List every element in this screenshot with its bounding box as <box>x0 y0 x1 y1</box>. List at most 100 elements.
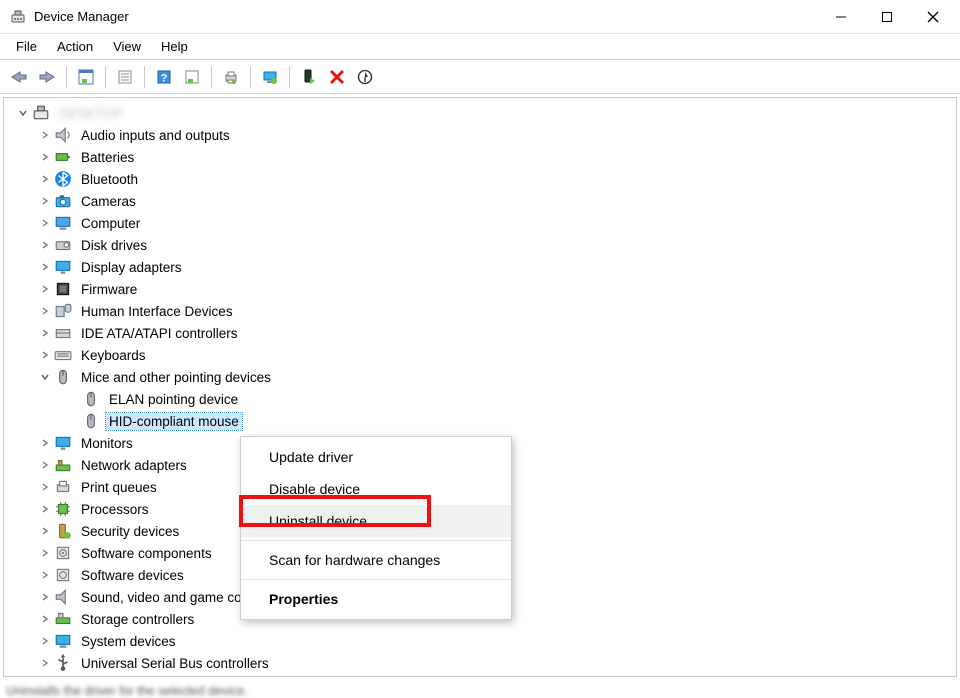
toolbar-help-button[interactable]: ? <box>151 64 177 90</box>
monitor-icon <box>54 434 72 452</box>
expand-icon[interactable] <box>38 656 52 670</box>
context-uninstall-device[interactable]: Uninstall device <box>241 505 511 537</box>
tree-category[interactable]: Display adapters <box>4 256 956 278</box>
ide-icon <box>54 324 72 342</box>
expand-icon[interactable] <box>38 304 52 318</box>
tree-category[interactable]: Keyboards <box>4 344 956 366</box>
tree-label: Cameras <box>78 193 139 210</box>
expand-icon[interactable] <box>38 436 52 450</box>
expand-icon[interactable] <box>38 128 52 142</box>
expand-icon[interactable] <box>38 590 52 604</box>
audio-icon <box>54 126 72 144</box>
expand-icon[interactable] <box>38 634 52 648</box>
expand-icon[interactable] <box>38 524 52 538</box>
network-icon <box>54 456 72 474</box>
expand-icon[interactable] <box>38 458 52 472</box>
context-properties[interactable]: Properties <box>241 583 511 615</box>
tree-label: ELAN pointing device <box>106 391 241 408</box>
context-scan-hardware[interactable]: Scan for hardware changes <box>241 544 511 576</box>
tree-label: Print queues <box>78 479 160 496</box>
battery-icon <box>54 148 72 166</box>
expand-icon[interactable] <box>38 502 52 516</box>
mouse-icon <box>82 412 100 430</box>
hid-icon <box>54 302 72 320</box>
tree-device[interactable]: ELAN pointing device <box>4 388 956 410</box>
title-bar: Device Manager <box>0 0 960 34</box>
tree-category[interactable]: Cameras <box>4 190 956 212</box>
tree-label: Network adapters <box>78 457 190 474</box>
usb-icon <box>54 654 72 672</box>
menu-action[interactable]: Action <box>47 34 103 59</box>
tree-label: IDE ATA/ATAPI controllers <box>78 325 241 342</box>
tree-label: HID-compliant mouse <box>106 413 242 430</box>
tree-device-selected[interactable]: HID-compliant mouse <box>4 410 956 432</box>
minimize-button[interactable] <box>818 0 864 34</box>
firmware-icon <box>54 280 72 298</box>
expand-icon[interactable] <box>38 282 52 296</box>
mouse-icon <box>54 368 72 386</box>
keyboard-icon <box>54 346 72 364</box>
toolbar-forward-button[interactable] <box>34 64 60 90</box>
expand-icon[interactable] <box>38 150 52 164</box>
context-separator <box>241 540 511 541</box>
tree-category[interactable]: System devices <box>4 630 956 652</box>
tree-label: Bluetooth <box>78 171 141 188</box>
menu-help[interactable]: Help <box>151 34 198 59</box>
collapse-icon[interactable] <box>16 106 30 120</box>
expand-icon[interactable] <box>38 194 52 208</box>
expand-icon[interactable] <box>38 172 52 186</box>
tree-category[interactable]: Disk drives <box>4 234 956 256</box>
processor-icon <box>54 500 72 518</box>
toolbar-properties-button[interactable] <box>112 64 138 90</box>
security-icon <box>54 522 72 540</box>
expand-icon[interactable] <box>38 568 52 582</box>
expand-icon[interactable] <box>38 326 52 340</box>
svg-text:?: ? <box>161 72 168 84</box>
menu-file[interactable]: File <box>6 34 47 59</box>
tree-label: Audio inputs and outputs <box>78 127 233 144</box>
toolbar-uninstall-device-button[interactable] <box>324 64 350 90</box>
expand-icon[interactable] <box>38 216 52 230</box>
toolbar-action-button[interactable] <box>179 64 205 90</box>
tree-label: Processors <box>78 501 152 518</box>
printer-icon <box>54 478 72 496</box>
tree-category[interactable]: Human Interface Devices <box>4 300 956 322</box>
toolbar-back-button[interactable] <box>6 64 32 90</box>
collapse-icon[interactable] <box>38 370 52 384</box>
toolbar-update-driver-button[interactable] <box>257 64 283 90</box>
toolbar-print-button[interactable] <box>218 64 244 90</box>
expand-icon[interactable] <box>38 480 52 494</box>
context-update-driver[interactable]: Update driver <box>241 441 511 473</box>
toolbar-separator <box>105 66 106 88</box>
tree-category-mice[interactable]: Mice and other pointing devices <box>4 366 956 388</box>
toolbar-separator <box>250 66 251 88</box>
context-menu: Update driver Disable device Uninstall d… <box>240 436 512 620</box>
tree-category[interactable]: Batteries <box>4 146 956 168</box>
menu-bar: File Action View Help <box>0 34 960 60</box>
context-disable-device[interactable]: Disable device <box>241 473 511 505</box>
toolbar-enable-device-button[interactable] <box>296 64 322 90</box>
tree-label: Firmware <box>78 281 140 298</box>
expand-icon[interactable] <box>38 260 52 274</box>
menu-view[interactable]: View <box>103 34 151 59</box>
tree-category[interactable]: Firmware <box>4 278 956 300</box>
tree-category[interactable]: IDE ATA/ATAPI controllers <box>4 322 956 344</box>
toolbar-show-hide-tree-button[interactable] <box>73 64 99 90</box>
maximize-button[interactable] <box>864 0 910 34</box>
tree-label: Computer <box>78 215 143 232</box>
tree-label: Human Interface Devices <box>78 303 236 320</box>
tree-category[interactable]: Universal Serial Bus controllers <box>4 652 956 674</box>
expand-icon[interactable] <box>38 238 52 252</box>
expand-icon[interactable] <box>38 546 52 560</box>
expand-icon[interactable] <box>38 348 52 362</box>
toolbar-scan-hardware-button[interactable] <box>352 64 378 90</box>
tree-category[interactable]: Computer <box>4 212 956 234</box>
spacer <box>66 414 80 428</box>
tree-root[interactable]: DESKTOP <box>4 102 956 124</box>
display-adapter-icon <box>54 258 72 276</box>
tree-category[interactable]: Audio inputs and outputs <box>4 124 956 146</box>
tree-category[interactable]: Bluetooth <box>4 168 956 190</box>
expand-icon[interactable] <box>38 612 52 626</box>
tree-label: Batteries <box>78 149 137 166</box>
close-button[interactable] <box>910 0 956 34</box>
